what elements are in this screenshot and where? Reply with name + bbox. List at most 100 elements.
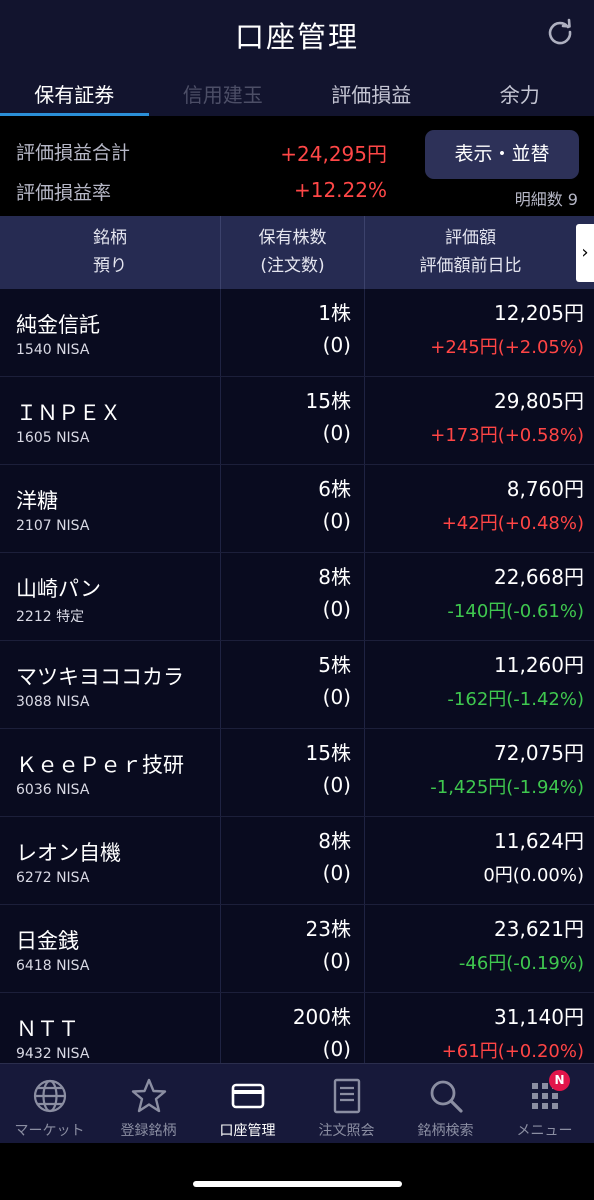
market-value: 22,668円 [494,565,584,589]
day-change: -140円(-0.61%) [447,601,584,622]
header-change-label: 評価額前日比 [419,256,522,276]
column-divider [220,553,221,640]
column-divider [364,729,365,816]
stock-name: ＫｅｅＰｅｒ技研 [16,753,184,777]
stock-name: 純金信託 [16,313,100,337]
market-value: 11,624円 [494,829,584,853]
holding-row[interactable]: マツキヨココカラ 3088 NISA 5株 (0) 11,260円 -162円(-1.42… [0,641,594,729]
app-header: 口座管理 [0,0,594,70]
market-value: 23,621円 [494,917,584,941]
display-sort-button[interactable]: 表示・並替 [425,130,579,179]
stock-name: 日金銭 [16,929,79,953]
nav-orders[interactable]: 注文照会 [297,1064,396,1143]
column-divider [364,905,365,992]
market-value: 29,805円 [494,389,584,413]
pl-rate-label: 評価損益率 [16,182,112,204]
column-divider [364,817,365,904]
total-pl-label: 評価損益合計 [16,142,131,164]
header-custody-label: 預り [93,256,127,276]
market-value: 31,140円 [494,1005,584,1029]
refresh-icon[interactable] [546,18,574,46]
day-change: -1,425円(-1.94%) [430,777,584,798]
holding-row[interactable]: 山崎パン 2212 特定 8株 (0) 22,668円 -140円(-0.61%) [0,553,594,641]
order-quantity: (0) [322,333,351,357]
holdings-list: 純金信託 1540 NISA 1株 (0) 12,205円 +245円(+2.05%) ＩＮ… [0,289,594,1063]
header-stock-label: 銘柄 [93,228,127,248]
stock-name: ＩＮＰＥＸ [16,401,121,425]
order-quantity: (0) [322,773,351,797]
stock-code-account: 6036 NISA [16,782,90,798]
market-value: 8,760円 [506,477,584,501]
next-columns-button[interactable]: › [576,224,594,282]
column-divider [220,817,221,904]
holding-row[interactable]: ＮＴＴ 9432 NISA 200株 (0) 31,140円 +61円(+0.20%) [0,993,594,1063]
header-value-label: 評価額 [445,228,496,248]
bottom-navigation: マーケット 登録銘柄 口座管理 注文照会 銘柄検索 N メニュー [0,1063,594,1143]
holding-row[interactable]: 純金信託 1540 NISA 1株 (0) 12,205円 +245円(+2.05%) [0,289,594,377]
stock-name: ＮＴＴ [16,1017,79,1041]
order-quantity: (0) [322,597,351,621]
column-divider [220,641,221,728]
stock-code-account: 6418 NISA [16,958,90,974]
column-divider [364,993,365,1063]
page-title: 口座管理 [234,20,359,54]
globe-icon [33,1079,66,1113]
order-quantity: (0) [322,509,351,533]
stock-code-account: 3088 NISA [16,694,90,710]
header-shares-column[interactable]: 保有株数 (注文数) [221,216,364,289]
nav-watchlist[interactable]: 登録銘柄 [99,1064,198,1143]
holding-row[interactable]: ＩＮＰＥＸ 1605 NISA 15株 (0) 29,805円 +173円(+0.58%) [0,377,594,465]
share-quantity: 23株 [305,917,351,941]
nav-market-label: マーケット [14,1123,85,1139]
card-icon [231,1083,264,1109]
nav-menu-label: メニュー [516,1123,573,1139]
column-divider [220,993,221,1063]
stock-code-account: 1540 NISA [16,342,90,358]
nav-account[interactable]: 口座管理 [198,1064,297,1143]
column-divider [220,905,221,992]
column-divider [220,377,221,464]
share-quantity: 5株 [318,653,351,677]
tab-margin-positions[interactable]: 信用建玉 [149,70,298,116]
market-value: 11,260円 [494,653,584,677]
home-indicator-area [0,1143,594,1200]
nav-search[interactable]: 銘柄検索 [396,1064,495,1143]
day-change: -162円(-1.42%) [447,689,584,710]
day-change: +245円(+2.05%) [430,337,584,358]
summary-panel: 評価損益合計 +24,295円 評価損益率 +12.22% 表示・並替 明細数 … [0,116,594,216]
total-pl-value: +24,295円 [280,142,387,166]
column-divider [220,465,221,552]
document-icon [333,1078,360,1114]
tab-bar: 保有証券 信用建玉 評価損益 余力 [0,70,594,116]
stock-name: レオン自機 [16,841,121,865]
order-quantity: (0) [322,421,351,445]
nav-account-label: 口座管理 [219,1123,276,1139]
market-value: 72,075円 [494,741,584,765]
order-quantity: (0) [322,685,351,709]
pl-rate-value: +12.22% [293,178,387,202]
stock-code-account: 6272 NISA [16,870,90,886]
table-header: 銘柄 預り 保有株数 (注文数) 評価額 評価額前日比 [0,216,594,289]
nav-menu[interactable]: N メニュー [495,1064,594,1143]
holding-row[interactable]: 洋糖 2107 NISA 6株 (0) 8,760円 +42円(+0.48%) [0,465,594,553]
holding-row[interactable]: 日金銭 6418 NISA 23株 (0) 23,621円 -46円(-0.19%) [0,905,594,993]
tab-buying-power[interactable]: 余力 [446,70,594,116]
search-icon [430,1080,463,1113]
nav-market[interactable]: マーケット [0,1064,99,1143]
share-quantity: 8株 [318,565,351,589]
notification-badge: N [549,1070,570,1091]
column-divider [220,729,221,816]
tab-holdings[interactable]: 保有証券 [0,70,149,116]
column-divider [364,553,365,640]
day-change: +61円(+0.20%) [441,1041,584,1062]
tab-profit-loss[interactable]: 評価損益 [297,70,446,116]
holding-row[interactable]: ＫｅｅＰｅｒ技研 6036 NISA 15株 (0) 72,075円 -1,425円(-1… [0,729,594,817]
stock-code-account: 9432 NISA [16,1046,90,1062]
home-indicator[interactable] [193,1181,402,1187]
holding-row[interactable]: レオン自機 6272 NISA 8株 (0) 11,624円 0円(0.00%) [0,817,594,905]
header-stock-column[interactable]: 銘柄 預り [0,216,220,289]
stock-name: 山崎パン [16,577,102,601]
column-divider [220,289,221,376]
header-value-column[interactable]: 評価額 評価額前日比 [365,216,576,289]
nav-watchlist-label: 登録銘柄 [120,1123,177,1139]
